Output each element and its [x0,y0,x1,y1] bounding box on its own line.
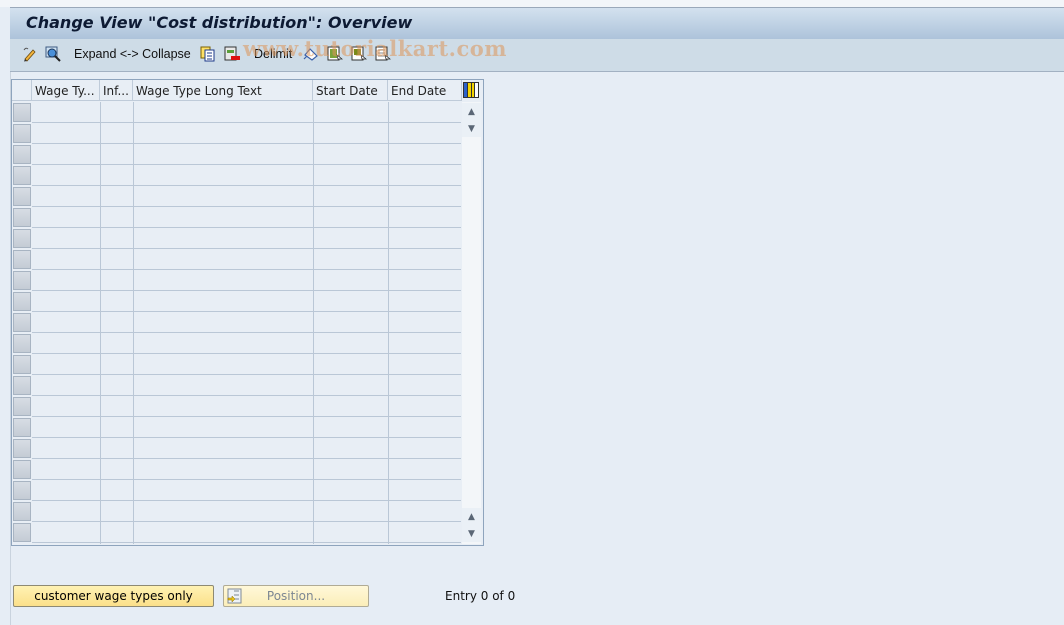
position-button[interactable]: Position... [223,585,369,607]
table-row[interactable] [32,479,461,480]
row-selector[interactable] [13,187,31,206]
table-row[interactable] [32,227,461,228]
table-row[interactable] [32,269,461,270]
table-row[interactable] [32,416,461,417]
display-button[interactable] [45,45,61,63]
expand-collapse-label: Expand <-> Collapse [74,47,191,61]
row-selector[interactable] [13,334,31,353]
position-icon [227,588,242,604]
column-divider [100,102,101,544]
table-row[interactable] [32,332,461,333]
column-header-long-text[interactable]: Wage Type Long Text [133,80,313,101]
column-divider [388,102,389,544]
row-selector[interactable] [13,418,31,437]
column-divider [313,102,314,544]
vertical-scrollbar[interactable]: ▲ ▼ ▲ ▼ [462,102,481,544]
table-row[interactable] [32,437,461,438]
row-selector[interactable] [13,103,31,122]
row-selector[interactable] [13,145,31,164]
undo-change-button[interactable] [303,45,319,63]
scroll-page-up-button[interactable]: ▲ [462,103,481,120]
triangle-up-icon: ▲ [468,511,475,522]
table-row[interactable] [32,458,461,459]
copy-icon [200,46,215,62]
change-display-button[interactable] [22,45,38,63]
table-row[interactable] [32,164,461,165]
triangle-down-icon: ▼ [468,528,475,539]
row-selector[interactable] [13,376,31,395]
scroll-up-button[interactable]: ▲ [462,508,481,525]
scroll-down-button[interactable]: ▼ [462,525,481,542]
table-row[interactable] [32,248,461,249]
row-selector[interactable] [13,355,31,374]
deselect-all-button[interactable] [375,45,391,63]
triangle-up-icon: ▲ [468,106,475,117]
title-bar: Change View "Cost distribution": Overvie… [10,7,1064,40]
select-all-icon [327,46,343,61]
row-selector[interactable] [13,124,31,143]
triangle-down-icon: ▼ [468,123,475,134]
edit-pencil-icon [23,47,36,62]
undo-change-icon [303,48,318,61]
select-all-button[interactable] [327,45,343,63]
table-row[interactable] [32,542,461,543]
copy-button[interactable] [200,45,216,63]
entry-count-status: Entry 0 of 0 [445,589,516,603]
column-header-wage-type[interactable]: Wage Ty... [32,80,100,101]
table-row[interactable] [32,185,461,186]
row-selector[interactable] [13,481,31,500]
page-title: Change View "Cost distribution": Overvie… [26,13,413,32]
row-selector[interactable] [13,502,31,521]
customer-wage-types-only-button[interactable]: customer wage types only [13,585,214,607]
deselect-all-icon [375,46,391,61]
column-header-info[interactable]: Inf... [100,80,133,101]
application-toolbar: Expand <-> Collapse Delimit [10,39,1064,72]
delimit-button[interactable]: Delimit [254,45,292,63]
column-header-end-date[interactable]: End Date [388,80,462,101]
table-row[interactable] [32,122,461,123]
table-header: Wage Ty... Inf... Wage Type Long Text St… [12,80,483,102]
row-selector[interactable] [13,460,31,479]
row-selector[interactable] [13,292,31,311]
table-row[interactable] [32,143,461,144]
column-settings-icon[interactable] [463,82,479,98]
delete-button[interactable] [224,45,240,63]
select-block-button[interactable] [351,45,367,63]
table-row[interactable] [32,374,461,375]
row-selector[interactable] [13,313,31,332]
customer-wage-types-label: customer wage types only [34,589,193,603]
display-magnifier-icon [45,46,61,62]
column-divider [133,102,134,544]
row-selector[interactable] [13,166,31,185]
wage-type-table: Wage Ty... Inf... Wage Type Long Text St… [11,79,484,546]
column-header-start-date[interactable]: Start Date [313,80,388,101]
select-block-icon [351,46,367,61]
table-row[interactable] [32,290,461,291]
expand-collapse-button[interactable]: Expand <-> Collapse [74,45,191,63]
row-selector[interactable] [13,523,31,542]
table-row[interactable] [32,353,461,354]
scroll-page-down-button[interactable]: ▼ [462,120,481,137]
table-row[interactable] [32,311,461,312]
table-row[interactable] [32,521,461,522]
delete-icon [224,46,240,61]
row-selector[interactable] [13,250,31,269]
row-selector[interactable] [13,208,31,227]
top-strip [0,0,1064,7]
table-row[interactable] [32,206,461,207]
row-selector[interactable] [13,439,31,458]
table-row[interactable] [32,500,461,501]
row-selector[interactable] [13,229,31,248]
table-row[interactable] [32,395,461,396]
row-selector[interactable] [13,397,31,416]
row-selector[interactable] [13,271,31,290]
position-label: Position... [266,589,326,603]
select-all-rows-corner[interactable] [12,80,32,101]
delimit-label: Delimit [254,47,293,61]
